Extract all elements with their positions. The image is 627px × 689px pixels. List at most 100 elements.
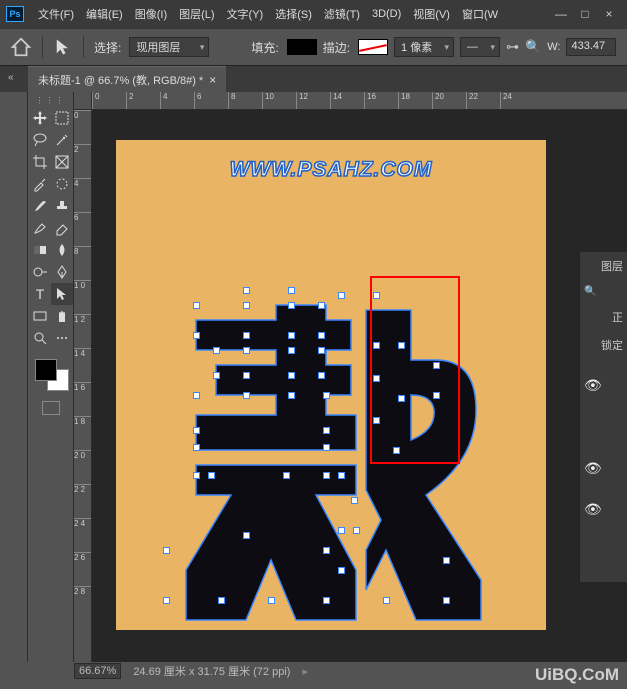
anchor-point[interactable] (373, 292, 380, 299)
menu-select[interactable]: 选择(S) (269, 6, 318, 22)
gradient-tool[interactable] (29, 239, 51, 261)
anchor-point[interactable] (323, 444, 330, 451)
anchor-point[interactable] (243, 332, 250, 339)
crop-tool[interactable] (29, 151, 51, 173)
anchor-point[interactable] (373, 342, 380, 349)
wand-tool[interactable] (51, 129, 73, 151)
window-close-button[interactable]: × (597, 4, 621, 24)
anchor-point[interactable] (193, 427, 200, 434)
window-maximize-button[interactable]: □ (573, 4, 597, 24)
path-selection-tool[interactable] (51, 283, 73, 305)
rectangle-tool[interactable] (29, 305, 51, 327)
toolbox-grab[interactable]: ⋮⋮⋮ (36, 96, 66, 105)
anchor-point[interactable] (213, 347, 220, 354)
menu-layer[interactable]: 图层(L) (173, 6, 220, 22)
panel-search-icon[interactable]: 🔍 (584, 286, 623, 297)
lasso-tool[interactable] (29, 129, 51, 151)
anchor-point[interactable] (268, 597, 275, 604)
stroke-style-dropdown[interactable]: — (460, 37, 500, 57)
anchor-point[interactable] (338, 527, 345, 534)
anchor-point[interactable] (193, 332, 200, 339)
anchor-point[interactable] (318, 332, 325, 339)
anchor-point[interactable] (288, 302, 295, 309)
menu-window[interactable]: 窗口(W (456, 6, 504, 22)
anchor-point[interactable] (433, 362, 440, 369)
anchor-point[interactable] (243, 372, 250, 379)
anchor-point[interactable] (393, 447, 400, 454)
anchor-point[interactable] (323, 547, 330, 554)
visibility-icon[interactable]: 👁 (584, 377, 623, 394)
anchor-point[interactable] (373, 375, 380, 382)
marquee-tool[interactable] (51, 107, 73, 129)
anchor-point[interactable] (243, 532, 250, 539)
hand-tool[interactable] (51, 305, 73, 327)
stroke-swatch[interactable] (358, 39, 388, 55)
spot-heal-tool[interactable] (51, 173, 73, 195)
dodge-tool[interactable] (29, 261, 51, 283)
foreground-color-swatch[interactable] (35, 359, 57, 381)
anchor-point[interactable] (373, 417, 380, 424)
zoom-tool[interactable] (29, 327, 51, 349)
brush-tool[interactable] (29, 195, 51, 217)
move-tool[interactable] (29, 107, 51, 129)
anchor-point[interactable] (213, 372, 220, 379)
width-field[interactable]: 433.47 (566, 38, 616, 56)
anchor-point[interactable] (318, 302, 325, 309)
anchor-point[interactable] (318, 372, 325, 379)
quick-mask-toggle[interactable] (42, 401, 60, 415)
anchor-point[interactable] (193, 444, 200, 451)
anchor-point[interactable] (288, 372, 295, 379)
anchor-point[interactable] (163, 597, 170, 604)
anchor-point[interactable] (243, 302, 250, 309)
eraser-tool[interactable] (51, 217, 73, 239)
anchor-point[interactable] (288, 392, 295, 399)
anchor-point[interactable] (443, 557, 450, 564)
anchor-point[interactable] (193, 472, 200, 479)
anchor-point[interactable] (323, 472, 330, 479)
stamp-tool[interactable] (51, 195, 73, 217)
anchor-point[interactable] (288, 287, 295, 294)
fill-swatch[interactable] (287, 39, 317, 55)
color-picker[interactable] (33, 357, 69, 391)
anchor-point[interactable] (443, 597, 450, 604)
anchor-point[interactable] (398, 395, 405, 402)
menu-3d[interactable]: 3D(D) (366, 8, 407, 20)
expand-panels-icon[interactable]: « (8, 72, 22, 86)
anchor-point[interactable] (288, 332, 295, 339)
anchor-point[interactable] (243, 392, 250, 399)
menu-file[interactable]: 文件(F) (32, 6, 80, 22)
document-tab[interactable]: 未标题-1 @ 66.7% (教, RGB/8#) * × (28, 66, 226, 92)
options-select-dropdown[interactable]: 现用图层 (129, 37, 209, 57)
anchor-point[interactable] (193, 302, 200, 309)
anchor-point[interactable] (208, 472, 215, 479)
menu-filter[interactable]: 滤镜(T) (318, 6, 366, 22)
visibility-icon[interactable]: 👁 (584, 460, 623, 477)
anchor-point[interactable] (383, 597, 390, 604)
blur-tool[interactable] (51, 239, 73, 261)
close-tab-icon[interactable]: × (209, 73, 216, 87)
stroke-weight-dropdown[interactable]: 1 像素 (394, 37, 454, 57)
panel-layers-label[interactable]: 图层 (584, 258, 623, 274)
anchor-point[interactable] (338, 472, 345, 479)
menu-view[interactable]: 视图(V) (407, 6, 456, 22)
extra-tools[interactable] (51, 327, 73, 349)
type-tool[interactable]: T (29, 283, 51, 305)
anchor-point[interactable] (283, 472, 290, 479)
anchor-point[interactable] (353, 527, 360, 534)
visibility-icon[interactable]: 👁 (584, 501, 623, 518)
pen-tool[interactable] (51, 261, 73, 283)
document-canvas[interactable]: WWW.PSAHZ.COM (116, 140, 546, 630)
eyedropper-tool[interactable] (29, 173, 51, 195)
anchor-point[interactable] (351, 497, 358, 504)
anchor-point[interactable] (163, 547, 170, 554)
anchor-point[interactable] (288, 347, 295, 354)
menu-type[interactable]: 文字(Y) (221, 6, 270, 22)
anchor-point[interactable] (433, 392, 440, 399)
anchor-point[interactable] (323, 392, 330, 399)
anchor-point[interactable] (318, 347, 325, 354)
zoom-field[interactable]: 66.67% (74, 663, 121, 679)
panel-blendmode-label[interactable]: 正 (584, 309, 623, 325)
anchor-point[interactable] (338, 567, 345, 574)
anchor-point[interactable] (323, 597, 330, 604)
menu-edit[interactable]: 编辑(E) (80, 6, 129, 22)
